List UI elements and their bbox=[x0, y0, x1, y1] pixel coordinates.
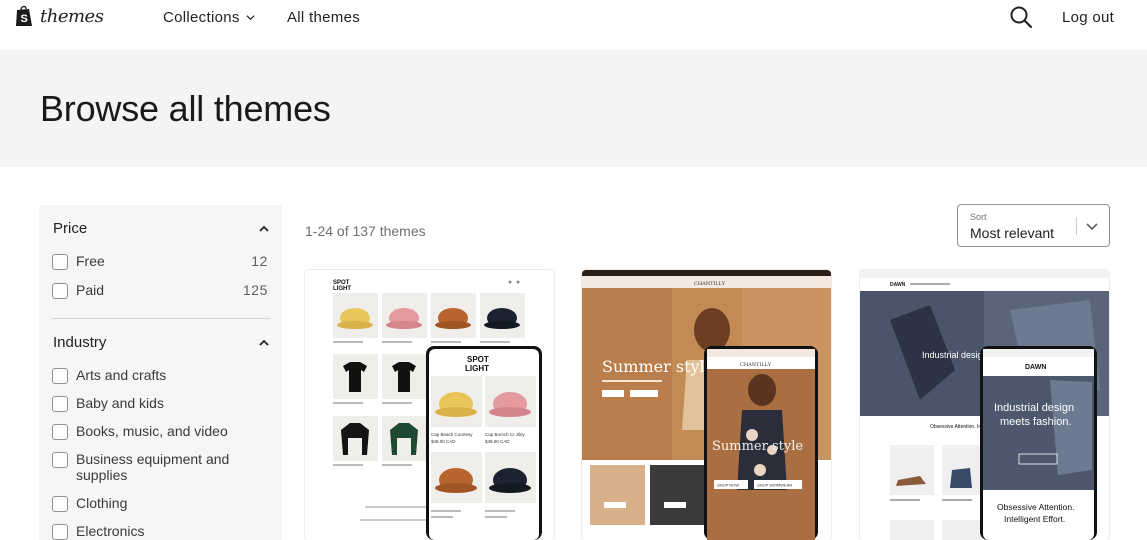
spotlight-product-1: Cap Beach Courtesy bbox=[431, 432, 473, 437]
checkbox[interactable] bbox=[52, 368, 68, 384]
spotlight-phone-logo: SPOT bbox=[467, 355, 489, 364]
dawn-phone-logo: DAWN bbox=[1025, 364, 1046, 371]
top-nav: S themes Collections All themes Log out bbox=[0, 0, 1147, 50]
theme-preview-dawn: DAWN Industrial design Obsessive Attenti… bbox=[860, 270, 1109, 540]
svg-text:S: S bbox=[21, 13, 28, 25]
chantilly-phone-logo: CHANTILLY bbox=[740, 362, 772, 368]
shopify-themes-logo[interactable]: S themes bbox=[14, 4, 104, 28]
theme-preview-chantilly: CHANTILLY Summer style CHANTILLY Summer … bbox=[582, 270, 831, 540]
chantilly-hero-headline: Summer style bbox=[602, 357, 714, 376]
filter-option-count: 125 bbox=[242, 282, 268, 298]
dawn-phone-subline-line1: Obsessive Attention. bbox=[997, 502, 1075, 512]
search-icon[interactable] bbox=[1009, 5, 1033, 29]
hero-banner: Browse all themes bbox=[0, 50, 1147, 167]
filter-option-label: Books, music, and video bbox=[76, 423, 228, 439]
sort-select[interactable]: Sort Most relevant bbox=[957, 204, 1110, 247]
shopify-bag-icon: S bbox=[16, 5, 32, 26]
checkbox[interactable] bbox=[52, 424, 68, 440]
price-filter-title: Price bbox=[53, 220, 88, 237]
results-count: 1-24 of 137 themes bbox=[305, 223, 426, 239]
theme-preview-spotlight: SPOT LIGHT SPOT LIGHT Cap Beach Courtesy… bbox=[305, 270, 554, 540]
industry-filter-header[interactable]: Industry bbox=[53, 334, 270, 351]
filter-option-free[interactable]: Free 12 bbox=[52, 253, 268, 270]
filter-option-label: Arts and crafts bbox=[76, 367, 167, 383]
filter-option-label: Business equipment and supplies bbox=[76, 451, 230, 483]
chantilly-phone-headline: Summer style bbox=[712, 439, 803, 454]
spotlight-product-2: Cap Borsch Cr Jiley bbox=[485, 432, 526, 437]
chevron-down-icon bbox=[246, 15, 255, 21]
filter-option-label: Electronics bbox=[76, 523, 145, 539]
page-title: Browse all themes bbox=[40, 88, 331, 129]
filter-option-business-equipment[interactable]: Business equipment and supplies bbox=[52, 451, 242, 483]
filter-option-arts-and-crafts[interactable]: Arts and crafts bbox=[52, 367, 268, 384]
industry-filter-title: Industry bbox=[53, 334, 107, 351]
sort-value: Most relevant bbox=[970, 225, 1055, 241]
filter-option-paid[interactable]: Paid 125 bbox=[52, 282, 268, 299]
filter-option-label: Clothing bbox=[76, 495, 128, 511]
filter-option-count: 12 bbox=[251, 253, 268, 269]
filter-option-label: Paid bbox=[76, 282, 105, 298]
filter-option-baby-and-kids[interactable]: Baby and kids bbox=[52, 395, 268, 412]
dawn-phone-headline-line2: meets fashion. bbox=[1000, 416, 1072, 428]
theme-card-dawn[interactable]: DAWN Industrial design Obsessive Attenti… bbox=[860, 270, 1109, 540]
filter-divider bbox=[52, 318, 270, 319]
checkbox[interactable] bbox=[52, 396, 68, 412]
checkbox[interactable] bbox=[52, 254, 68, 270]
filter-option-electronics[interactable]: Electronics bbox=[52, 523, 268, 540]
chevron-up-icon bbox=[259, 225, 269, 232]
chevron-down-icon bbox=[1086, 223, 1098, 231]
chantilly-shop-button: SHOP NOW bbox=[717, 483, 739, 488]
chantilly-swimwear-button: SHOP SWIMWEAR bbox=[757, 483, 792, 488]
logo-text: themes bbox=[40, 5, 104, 27]
svg-text:LIGHT: LIGHT bbox=[465, 364, 489, 373]
checkbox[interactable] bbox=[52, 452, 68, 468]
nav-all-themes[interactable]: All themes bbox=[287, 9, 360, 26]
dawn-hero-headline: Industrial design bbox=[922, 350, 988, 360]
logout-link[interactable]: Log out bbox=[1062, 9, 1114, 26]
dawn-phone-subline-line2: Intelligent Effort. bbox=[1004, 514, 1065, 524]
filter-option-label: Free bbox=[76, 253, 105, 269]
filter-sidebar: Price Free 12 Paid 125 Industry Arts and… bbox=[39, 205, 282, 540]
filter-option-label: Baby and kids bbox=[76, 395, 164, 411]
svg-text:LIGHT: LIGHT bbox=[333, 286, 351, 292]
nav-collections[interactable]: Collections bbox=[163, 9, 255, 26]
nav-collections-label: Collections bbox=[163, 9, 240, 26]
theme-card-chantilly[interactable]: CHANTILLY Summer style CHANTILLY Summer … bbox=[582, 270, 831, 540]
price-filter-header[interactable]: Price bbox=[53, 220, 270, 237]
chevron-up-icon bbox=[259, 339, 269, 346]
checkbox[interactable] bbox=[52, 496, 68, 512]
dawn-phone-headline-line1: Industrial design bbox=[994, 402, 1074, 414]
filter-option-clothing[interactable]: Clothing bbox=[52, 495, 268, 512]
checkbox[interactable] bbox=[52, 283, 68, 299]
theme-card-spotlight[interactable]: SPOT LIGHT SPOT LIGHT Cap Beach Courtesy… bbox=[305, 270, 554, 540]
filter-option-books-music-video[interactable]: Books, music, and video bbox=[52, 423, 268, 440]
sort-label: Sort bbox=[970, 212, 987, 222]
sort-separator bbox=[1076, 217, 1077, 235]
dawn-small-logo: DAWN bbox=[890, 282, 906, 288]
chantilly-small-logo: CHANTILLY bbox=[694, 281, 726, 287]
checkbox[interactable] bbox=[52, 524, 68, 540]
spotlight-price-1: $48.00 CAD bbox=[431, 439, 456, 444]
spotlight-price-2: $48.00 CAD bbox=[485, 439, 510, 444]
